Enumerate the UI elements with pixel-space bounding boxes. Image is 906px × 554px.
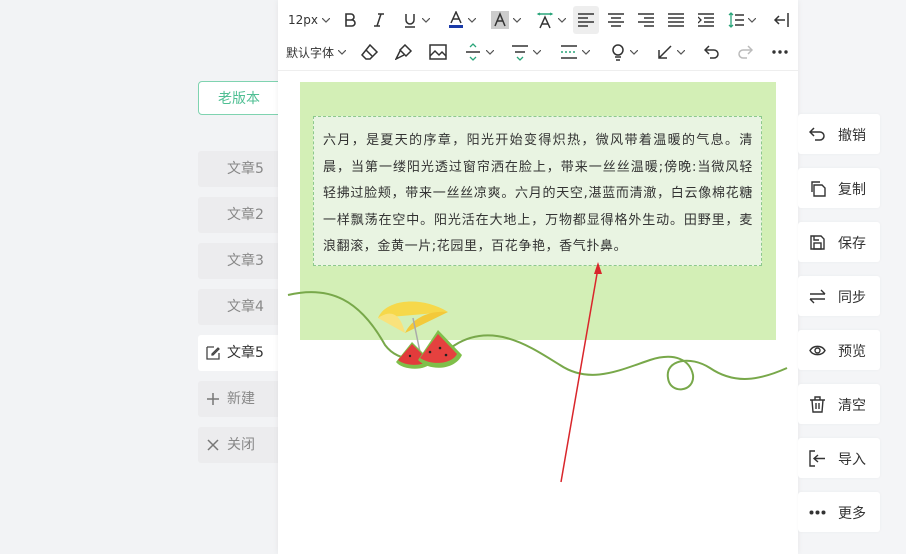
vine-decoration [287, 291, 788, 391]
sync-icon [809, 289, 826, 304]
preview-action-button[interactable]: 预览 [798, 330, 880, 370]
trash-icon [810, 396, 825, 413]
sync-action-button[interactable]: 同步 [798, 276, 880, 316]
save-action-button[interactable]: 保存 [798, 222, 880, 262]
more-action-button[interactable]: 更多 [798, 492, 880, 532]
eye-icon [809, 345, 826, 356]
copy-action-button[interactable]: 复制 [798, 168, 880, 208]
clear-action-label: 清空 [838, 398, 866, 414]
import-action-button[interactable]: 导入 [798, 438, 880, 478]
undo-action-label: 撤销 [838, 128, 866, 144]
watermelon-decoration [396, 330, 462, 369]
save-action-label: 保存 [838, 236, 866, 252]
undo-action-button[interactable]: 撤销 [798, 114, 880, 154]
undo-icon [809, 127, 825, 141]
copy-icon [811, 181, 826, 197]
sync-action-label: 同步 [838, 290, 866, 306]
more-action-label: 更多 [838, 506, 866, 522]
decoration-layer [287, 262, 788, 483]
more-icon [809, 510, 826, 515]
save-icon [810, 235, 825, 250]
annotation-arrow [560, 262, 602, 483]
preview-action-label: 预览 [838, 344, 866, 360]
copy-action-label: 复制 [838, 182, 866, 198]
import-action-label: 导入 [838, 452, 866, 468]
clear-action-button[interactable]: 清空 [798, 384, 880, 424]
import-icon [809, 450, 825, 467]
